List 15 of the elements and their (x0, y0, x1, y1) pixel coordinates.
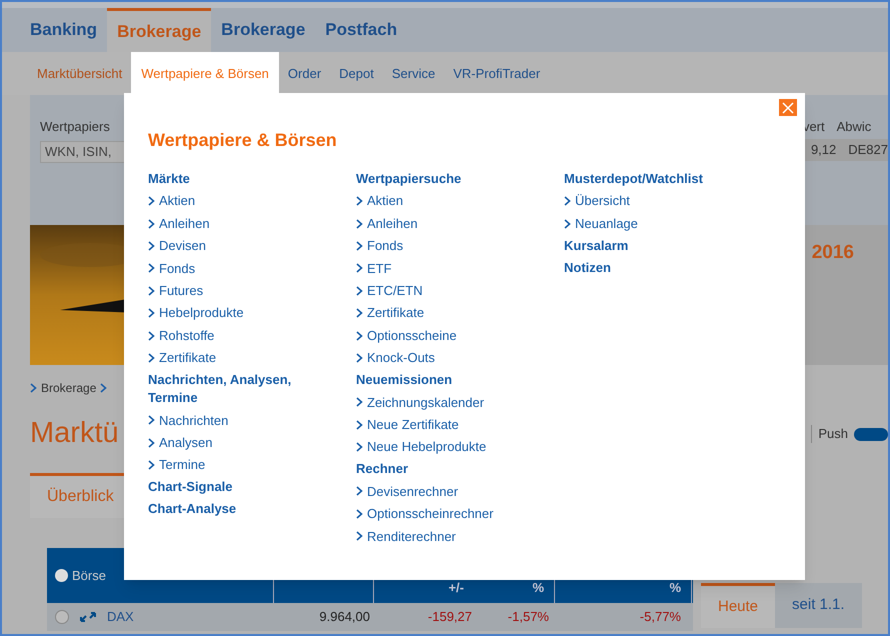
table-cell-text: -5,77% (638, 608, 682, 626)
radio-label: Börse (72, 566, 106, 585)
column-header: Abwic (836, 118, 872, 135)
table-cell-text: DE827 (848, 141, 888, 160)
table-cell-text: -1,57% (506, 608, 550, 626)
table-cell-text: -159,27 (426, 608, 473, 626)
page-title: Marktü (30, 416, 119, 452)
column-header: +/- (448, 578, 464, 596)
search-label: Wertpapiers (40, 118, 111, 136)
column-header: % (669, 578, 681, 596)
table-cell-text: 9,12 (810, 141, 836, 160)
table-cell-text: 9.964,00 (318, 608, 371, 626)
banner-headline: 2016 (812, 241, 854, 265)
push-label: Push (818, 425, 848, 444)
column-header: % (532, 578, 544, 596)
